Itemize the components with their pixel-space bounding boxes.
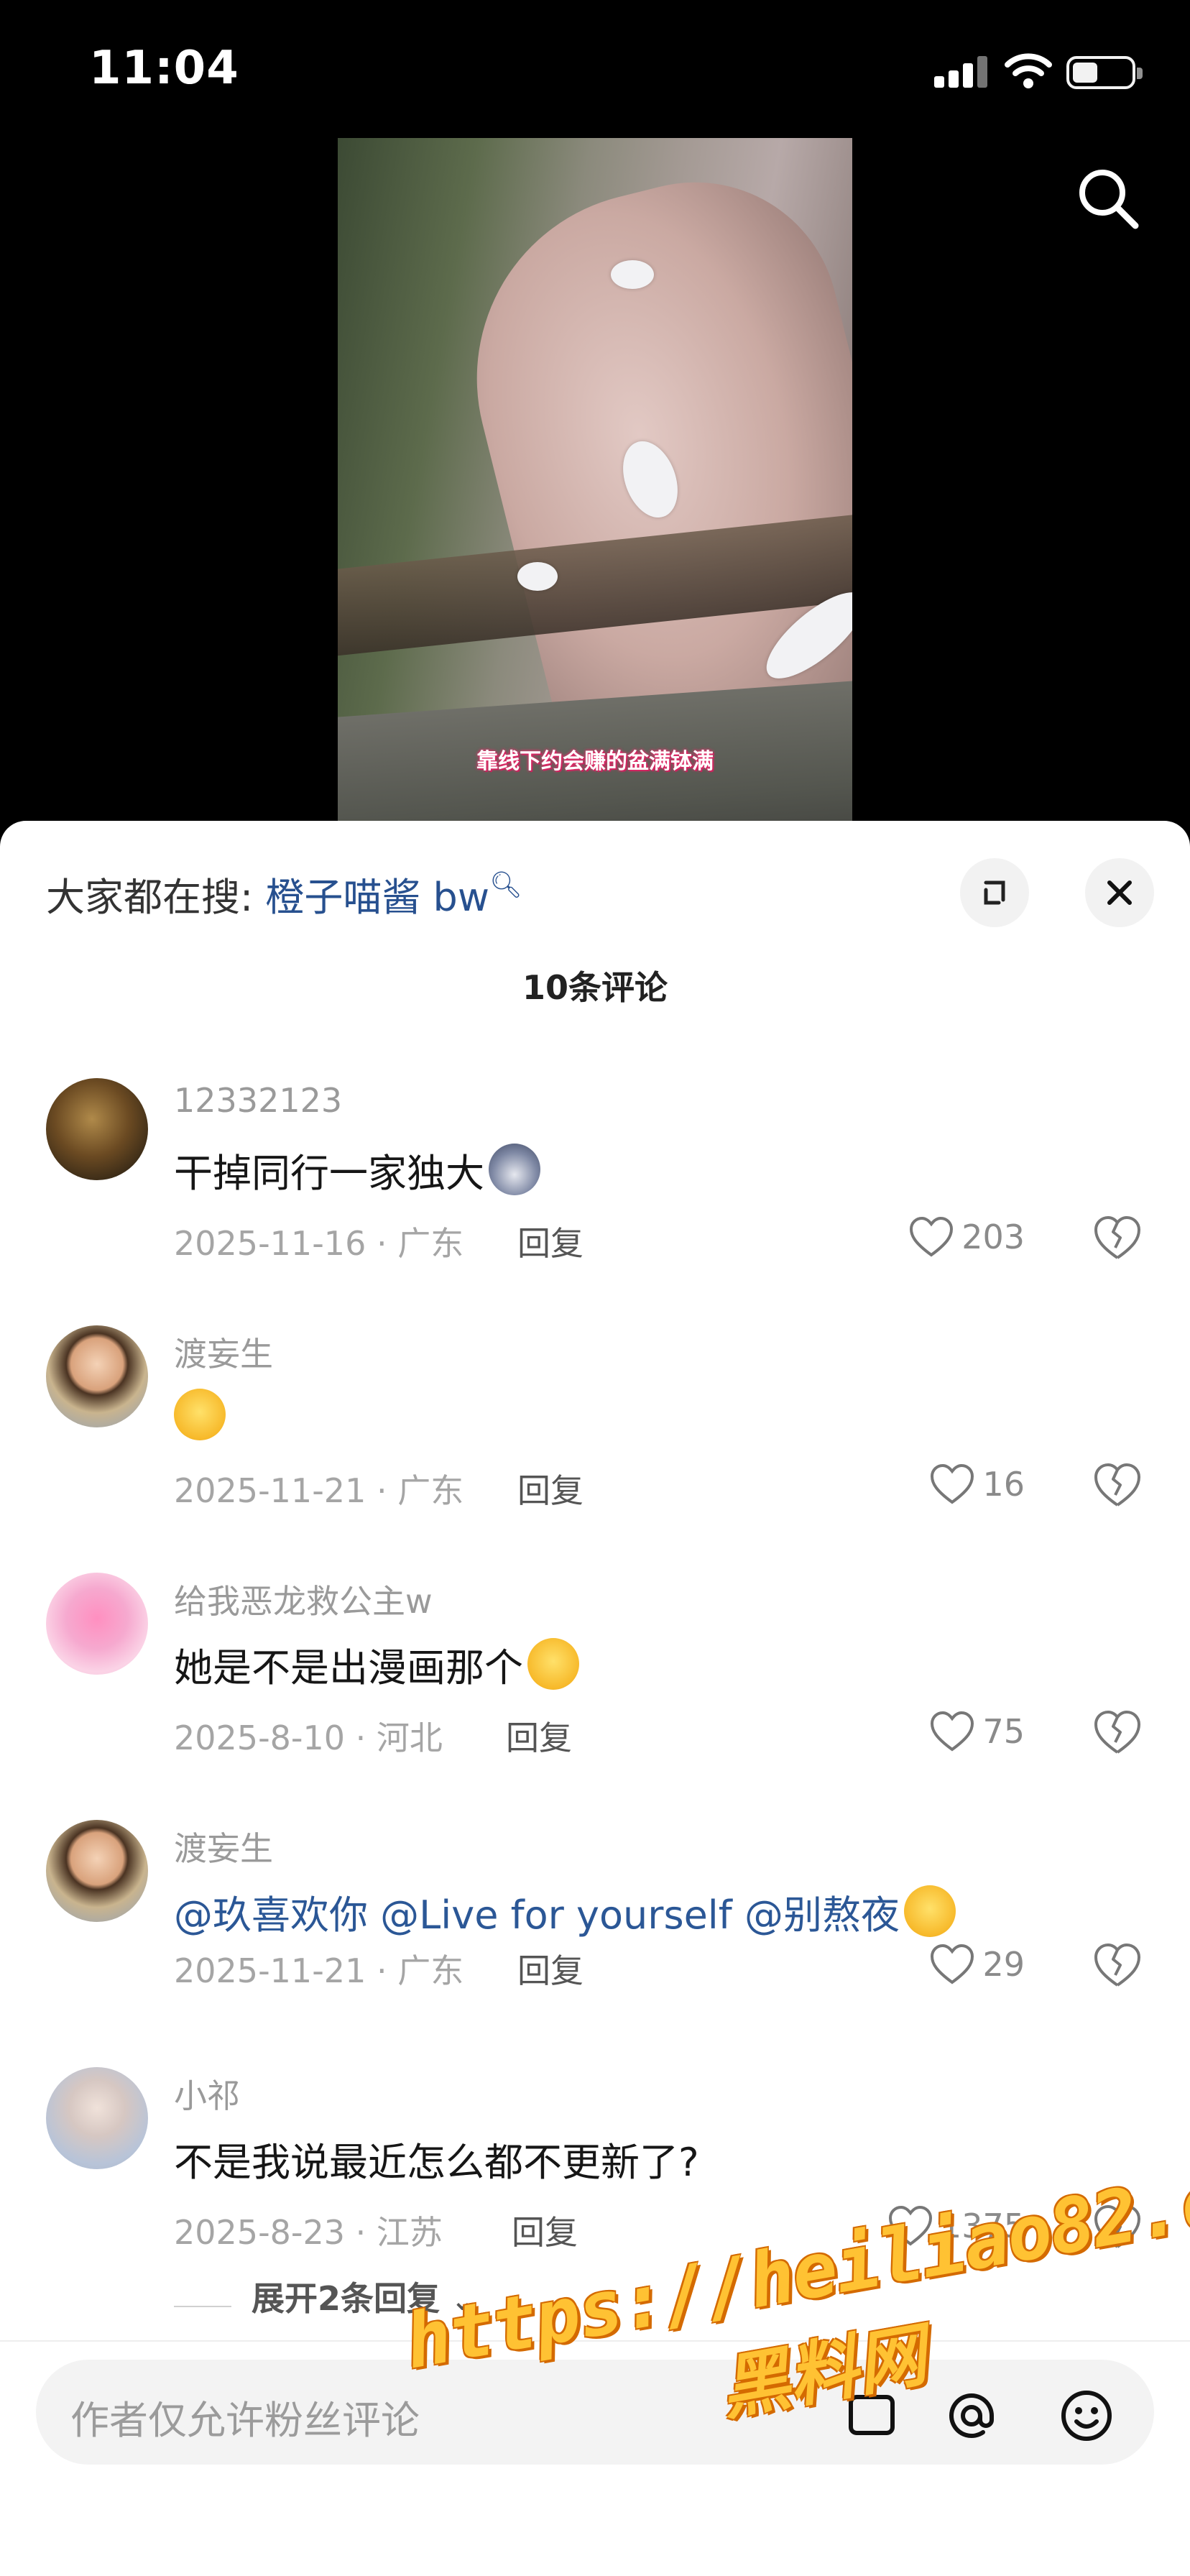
reply-button[interactable]: 回复 bbox=[512, 2207, 578, 2254]
like-button[interactable]: 16 bbox=[929, 1459, 1025, 1509]
comment-item: 给我恶龙救公主w 她是不是出漫画那个 2025-8-10 · 河北 回复 75 bbox=[0, 1573, 1190, 1820]
like-button[interactable]: 1375 bbox=[887, 2201, 1025, 2251]
heart-icon bbox=[931, 1463, 974, 1504]
trending-search[interactable]: 大家都在搜: 橙子喵酱 bw🔍︎ bbox=[46, 865, 522, 922]
comment-meta: 2025-11-16 · 广东 bbox=[174, 1224, 464, 1263]
at-mention-icon[interactable] bbox=[943, 2387, 1000, 2444]
status-time: 11:04 bbox=[89, 42, 239, 95]
mention-link[interactable]: @别熬夜 bbox=[744, 1892, 900, 1938]
comment-meta: 2025-11-21 · 广东 bbox=[174, 1951, 464, 1990]
like-button[interactable]: 29 bbox=[929, 1939, 1025, 1990]
like-count: 75 bbox=[982, 1712, 1025, 1751]
avatar[interactable] bbox=[46, 2067, 148, 2169]
comment-username[interactable]: 渡妄生 bbox=[174, 1328, 273, 1376]
close-button[interactable] bbox=[1085, 858, 1154, 927]
expand-replies-label: 展开2条回复 bbox=[252, 2279, 441, 2318]
emoji-icon[interactable] bbox=[1058, 2387, 1115, 2444]
comment-username[interactable]: 12332123 bbox=[174, 1081, 342, 1120]
heart-icon bbox=[888, 2205, 932, 2246]
tongue-emoji-icon bbox=[903, 1885, 956, 1937]
comment-username[interactable]: 小祁 bbox=[174, 2070, 240, 2117]
comment-text: 她是不是出漫画那个 bbox=[174, 1636, 579, 1693]
broken-heart-icon[interactable] bbox=[1092, 2204, 1143, 2250]
comment-item: 渡妄生 @玖喜欢你 @Live for yourself @别熬夜 2025-1… bbox=[0, 1820, 1190, 2067]
comment-count: 10条评论 bbox=[522, 968, 668, 1007]
comment-meta: 2025-8-23 · 江苏 bbox=[174, 2213, 443, 2252]
comment-text-content: 她是不是出漫画那个 bbox=[174, 1645, 523, 1690]
comment-input-bar: 作者仅允许粉丝评论 bbox=[0, 2340, 1190, 2576]
expand-replies-button[interactable]: 展开2条回复 ⌄ bbox=[252, 2273, 474, 2320]
like-button[interactable]: 203 bbox=[908, 1212, 1025, 1262]
tongue-emoji-icon bbox=[174, 1389, 226, 1440]
expand-sheet-button[interactable] bbox=[960, 858, 1029, 927]
expand-icon bbox=[984, 880, 1005, 905]
avatar[interactable] bbox=[46, 1573, 148, 1675]
comment-input[interactable]: 作者仅允许粉丝评论 bbox=[36, 2360, 1154, 2465]
divider bbox=[174, 2306, 231, 2307]
wolf-emoji-icon bbox=[489, 1144, 540, 1195]
comment-meta: 2025-8-10 · 河北 bbox=[174, 1719, 443, 1757]
like-button[interactable]: 75 bbox=[929, 1706, 1025, 1757]
comment-item: 12332123 干掉同行一家独大 2025-11-16 · 广东 回复 203 bbox=[0, 1078, 1190, 1325]
reply-button[interactable]: 回复 bbox=[517, 1465, 584, 1512]
battery-icon bbox=[1066, 56, 1143, 89]
reply-button[interactable]: 回复 bbox=[506, 1712, 572, 1760]
comment-input-placeholder: 作者仅允许粉丝评论 bbox=[70, 2398, 420, 2443]
reply-button[interactable]: 回复 bbox=[517, 1945, 584, 1992]
search-icon[interactable] bbox=[1072, 162, 1144, 234]
image-icon[interactable] bbox=[844, 2387, 901, 2444]
heart-icon bbox=[931, 1711, 974, 1752]
wifi-icon bbox=[1005, 53, 1052, 88]
like-count: 203 bbox=[961, 1218, 1025, 1256]
broken-heart-icon[interactable] bbox=[1092, 1942, 1143, 1988]
comment-text-content: 干掉同行一家独大 bbox=[174, 1151, 484, 1196]
video-caption: 靠线下约会赚的盆满钵满 bbox=[476, 749, 714, 774]
chevron-down-icon: ⌄ bbox=[451, 2285, 474, 2317]
comment-meta: 2025-11-21 · 广东 bbox=[174, 1471, 464, 1510]
comment-username[interactable]: 渡妄生 bbox=[174, 1823, 273, 1870]
comment-text: @玖喜欢你 @Live for yourself @别熬夜 bbox=[174, 1883, 956, 1940]
reply-button[interactable]: 回复 bbox=[517, 1218, 584, 1265]
heart-icon bbox=[931, 1944, 974, 1984]
mention-link[interactable]: @Live for yourself bbox=[380, 1892, 732, 1938]
like-count: 29 bbox=[982, 1945, 1025, 1984]
like-count: 1375 bbox=[940, 2207, 1025, 2245]
avatar[interactable] bbox=[46, 1820, 148, 1922]
video-player[interactable]: 靠线下约会赚的盆满钵满 bbox=[338, 138, 852, 821]
broken-heart-icon[interactable] bbox=[1092, 1709, 1143, 1755]
trending-prefix: 大家都在搜: bbox=[46, 875, 254, 920]
comment-text: 不是我说最近怎么都不更新了? bbox=[174, 2140, 699, 2185]
video-frame-nail bbox=[517, 562, 558, 591]
comment-item: 渡妄生 2025-11-21 · 广东 回复 16 bbox=[0, 1325, 1190, 1573]
avatar[interactable] bbox=[46, 1325, 148, 1427]
comment-text bbox=[174, 1389, 226, 1441]
avatar[interactable] bbox=[46, 1078, 148, 1180]
sweat-smile-emoji-icon bbox=[527, 1638, 579, 1690]
magnifier-icon: 🔍︎ bbox=[489, 870, 522, 900]
video-frame-nail bbox=[611, 260, 654, 289]
comment-username[interactable]: 给我恶龙救公主w bbox=[174, 1576, 433, 1623]
signal-icon bbox=[934, 56, 989, 88]
like-count: 16 bbox=[982, 1465, 1025, 1504]
comment-item: 小祁 不是我说最近怎么都不更新了? 2025-8-23 · 江苏 回复 1375 bbox=[0, 2067, 1190, 2314]
broken-heart-icon[interactable] bbox=[1092, 1215, 1143, 1261]
comment-text: 干掉同行一家独大 bbox=[174, 1141, 540, 1198]
heart-icon bbox=[910, 1216, 954, 1257]
mention-link[interactable]: @玖喜欢你 bbox=[174, 1892, 368, 1938]
broken-heart-icon[interactable] bbox=[1092, 1462, 1143, 1508]
close-icon bbox=[1107, 880, 1132, 905]
status-bar: 11:04 bbox=[0, 0, 1190, 137]
trending-keyword[interactable]: 橙子喵酱 bw bbox=[265, 875, 489, 920]
